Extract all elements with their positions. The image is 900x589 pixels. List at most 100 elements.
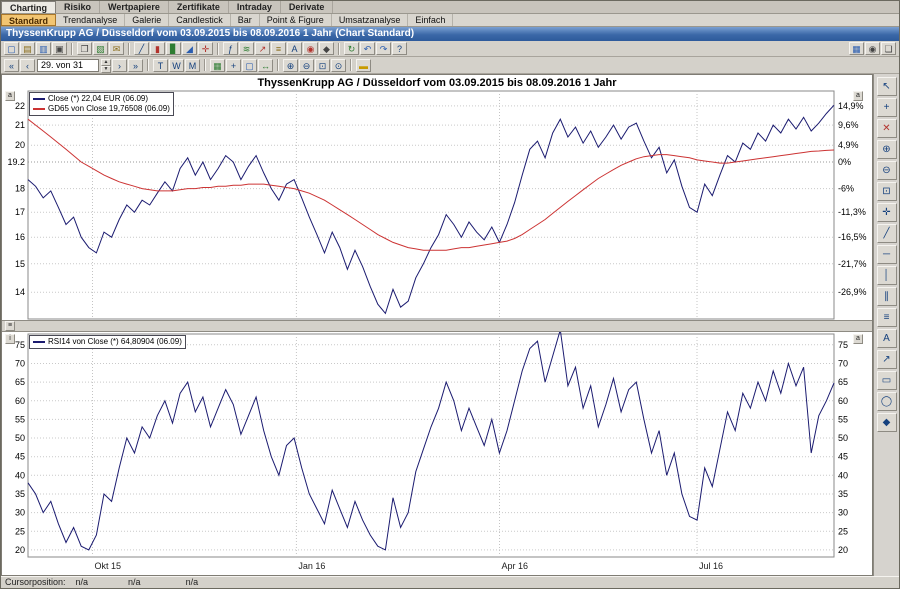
point-figure-icon[interactable]: ✛ bbox=[198, 42, 213, 55]
refresh-icon[interactable]: ↻ bbox=[344, 42, 359, 55]
chart-nav-toolbar: «‹ 29. von 31 ▲ ▼ ›» TWM ▦+▢↔ ⊕⊖⊡⊙ ▬ bbox=[1, 57, 899, 74]
layout-icon[interactable]: ▦ bbox=[849, 42, 864, 55]
export-icon[interactable]: ▧ bbox=[93, 42, 108, 55]
main-row: 2214,9%219,6%204,9%19.20%18-6%17-11,3%16… bbox=[1, 74, 899, 576]
grid-toggle-icon[interactable]: ▦ bbox=[210, 59, 225, 72]
rsi-pane-border bbox=[28, 334, 834, 557]
spin-down-icon[interactable]: ▼ bbox=[101, 66, 111, 73]
zoom-out-icon[interactable]: ⊖ bbox=[299, 59, 314, 72]
crosshair-tool-icon[interactable]: + bbox=[877, 98, 897, 117]
alarm-icon[interactable]: ◉ bbox=[303, 42, 318, 55]
subtab-6[interactable]: Umsatzanalyse bbox=[332, 14, 409, 26]
line-chart-icon[interactable]: ╱ bbox=[134, 42, 149, 55]
subtab-4[interactable]: Bar bbox=[231, 14, 260, 26]
legend-label: Close (*) 22,04 EUR (06.09) bbox=[48, 94, 148, 103]
legend-main[interactable]: Close (*) 22,04 EUR (06.09)GD65 von Clos… bbox=[29, 92, 174, 116]
y-tick-label-right: 60 bbox=[838, 396, 848, 406]
subtab-2[interactable]: Galerie bbox=[125, 14, 169, 26]
ellipse-tool-icon[interactable]: ◯ bbox=[877, 392, 897, 411]
pointer-tool-icon[interactable]: ↖ bbox=[877, 77, 897, 96]
compare-icon[interactable]: ≋ bbox=[239, 42, 254, 55]
subtab-0[interactable]: Standard bbox=[1, 14, 56, 26]
gd65-series-line bbox=[28, 119, 834, 250]
legend-item: RSI14 von Close (*) 64,80904 (06.09) bbox=[33, 337, 182, 347]
move-tool-icon[interactable]: ✛ bbox=[877, 203, 897, 222]
detach-window-icon[interactable]: ❏ bbox=[881, 42, 896, 55]
subtab-3[interactable]: Candlestick bbox=[169, 14, 231, 26]
horizontal-line-tool-icon[interactable]: ─ bbox=[877, 245, 897, 264]
nav-next-icon[interactable]: › bbox=[112, 59, 127, 72]
spin-up-icon[interactable]: ▲ bbox=[101, 59, 111, 66]
timeframe-week-icon[interactable]: W bbox=[169, 59, 184, 72]
bar-chart-icon[interactable]: ▊ bbox=[166, 42, 181, 55]
channel-tool-icon[interactable]: ∥ bbox=[877, 287, 897, 306]
candlestick-icon[interactable]: ▮ bbox=[150, 42, 165, 55]
tab-1[interactable]: Risiko bbox=[56, 1, 100, 13]
new-chart-icon[interactable]: ▢ bbox=[4, 42, 19, 55]
nav-prev-icon[interactable]: ‹ bbox=[20, 59, 35, 72]
help-icon[interactable]: ? bbox=[392, 42, 407, 55]
crosshair-icon[interactable]: + bbox=[226, 59, 241, 72]
palette-settings-icon[interactable]: ◆ bbox=[877, 413, 897, 432]
zoom-out-tool-icon[interactable]: ⊖ bbox=[877, 161, 897, 180]
rsi-pane-right-button[interactable]: a bbox=[853, 334, 863, 344]
timeframe-day-icon[interactable]: T bbox=[153, 59, 168, 72]
tab-5[interactable]: Derivate bbox=[281, 1, 334, 13]
snapshot-icon[interactable]: ◉ bbox=[865, 42, 880, 55]
nav-last-icon[interactable]: » bbox=[128, 59, 143, 72]
print-icon[interactable]: ▣ bbox=[52, 42, 67, 55]
subtab-1[interactable]: Trendanalyse bbox=[56, 14, 125, 26]
save-chart-icon[interactable]: ▥ bbox=[36, 42, 51, 55]
text-note-icon[interactable]: A bbox=[287, 42, 302, 55]
zoom-reset-icon[interactable]: ⊙ bbox=[331, 59, 346, 72]
y-tick-label-right: 0% bbox=[838, 157, 851, 167]
undo-icon[interactable]: ↶ bbox=[360, 42, 375, 55]
delete-tool-icon[interactable]: ✕ bbox=[877, 119, 897, 138]
trendline-tool-icon[interactable]: ╱ bbox=[877, 224, 897, 243]
timeframe-month-icon[interactable]: M bbox=[185, 59, 200, 72]
cursor-indicator-value: n/a bbox=[186, 577, 199, 588]
mail-icon[interactable]: ✉ bbox=[109, 42, 124, 55]
tab-3[interactable]: Zertifikate bbox=[169, 1, 229, 13]
zoom-window-tool-icon[interactable]: ⊡ bbox=[877, 182, 897, 201]
fibonacci-tool-icon[interactable]: ≡ bbox=[877, 308, 897, 327]
subtab-7[interactable]: Einfach bbox=[408, 14, 453, 26]
zoom-window-icon[interactable]: ⊡ bbox=[315, 59, 330, 72]
splitter-menu-button[interactable]: ≡ bbox=[5, 321, 15, 331]
settings-icon[interactable]: ◆ bbox=[319, 42, 334, 55]
trend-icon[interactable]: ↗ bbox=[255, 42, 270, 55]
pan-mode-icon[interactable]: ↔ bbox=[258, 59, 273, 72]
zoom-in-tool-icon[interactable]: ⊕ bbox=[877, 140, 897, 159]
toolbar-main-right-icons: ▦◉❏ bbox=[849, 42, 896, 55]
indicator-icon[interactable]: ƒ bbox=[223, 42, 238, 55]
nav-first-icon[interactable]: « bbox=[4, 59, 19, 72]
cursor-price-value: n/a bbox=[128, 577, 141, 588]
cursor-x-value: n/a bbox=[76, 577, 89, 588]
subtab-5[interactable]: Point & Figure bbox=[260, 14, 332, 26]
vertical-line-tool-icon[interactable]: │ bbox=[877, 266, 897, 285]
rectangle-tool-icon[interactable]: ▭ bbox=[877, 371, 897, 390]
tab-0[interactable]: Charting bbox=[1, 1, 56, 13]
main-pane-left-button[interactable]: a bbox=[5, 91, 15, 101]
copy-icon[interactable]: ❐ bbox=[77, 42, 92, 55]
nav-right-group: ›» bbox=[112, 59, 143, 72]
open-chart-icon[interactable]: ▤ bbox=[20, 42, 35, 55]
zoom-in-icon[interactable]: ⊕ bbox=[283, 59, 298, 72]
arrow-tool-icon[interactable]: ↗ bbox=[877, 350, 897, 369]
text-tool-icon[interactable]: A bbox=[877, 329, 897, 348]
chart-position-spinner: ▲ ▼ bbox=[101, 59, 111, 72]
main-pane-right-button[interactable]: a bbox=[853, 91, 863, 101]
fibonacci-icon[interactable]: ≡ bbox=[271, 42, 286, 55]
select-mode-icon[interactable]: ▢ bbox=[242, 59, 257, 72]
tab-4[interactable]: Intraday bbox=[229, 1, 281, 13]
area-chart-icon[interactable]: ◢ bbox=[182, 42, 197, 55]
pane-splitter[interactable] bbox=[2, 320, 872, 332]
legend-item: GD65 von Close 19,76508 (06.09) bbox=[33, 104, 170, 114]
legend-rsi[interactable]: RSI14 von Close (*) 64,80904 (06.09) bbox=[29, 335, 186, 349]
rsi-pane-left-button[interactable]: i bbox=[5, 334, 15, 344]
toolbar-separator bbox=[338, 43, 340, 55]
chart-position-combo[interactable]: 29. von 31 bbox=[37, 59, 99, 72]
note-icon[interactable]: ▬ bbox=[356, 59, 371, 72]
tab-2[interactable]: Wertpapiere bbox=[100, 1, 169, 13]
redo-icon[interactable]: ↷ bbox=[376, 42, 391, 55]
